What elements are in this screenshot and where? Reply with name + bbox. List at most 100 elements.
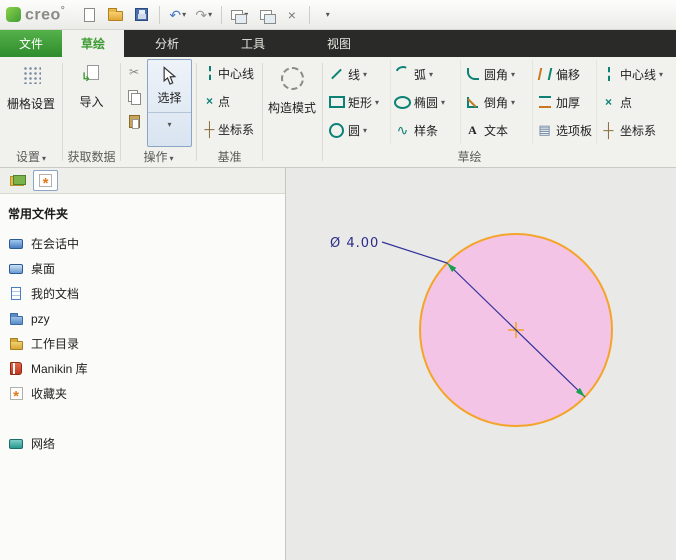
favorites-tab[interactable]: [33, 170, 58, 191]
point-icon: [201, 93, 218, 109]
fillet-button[interactable]: 圆角: [461, 60, 533, 88]
creo-logo-icon: [6, 6, 21, 22]
tab-analysis[interactable]: 分析: [124, 30, 210, 57]
tab-view[interactable]: 视图: [296, 30, 382, 57]
sidebar-item-in-session[interactable]: 在会话中: [0, 231, 285, 256]
datum-point-button[interactable]: 点: [197, 87, 262, 115]
close-icon: [288, 8, 296, 22]
sidebar-item-manikin-library[interactable]: Manikin 库: [0, 356, 285, 381]
datum-centerline-button[interactable]: 中心线: [197, 59, 262, 87]
chevron-down-icon: [511, 98, 515, 107]
offset-button[interactable]: 偏移: [533, 60, 597, 88]
centerline-label: 中心线: [620, 67, 657, 82]
group-datum: 中心线 点 坐标系 基准: [197, 57, 262, 167]
import-button[interactable]: 导入: [63, 59, 120, 110]
thicken-button[interactable]: 加厚: [533, 88, 597, 116]
sidebar-item-favorites[interactable]: 收藏夹: [0, 381, 285, 406]
new-file-icon: [84, 7, 96, 22]
close-window-button[interactable]: [280, 4, 303, 26]
sidebar-item-desktop[interactable]: 桌面: [0, 256, 285, 281]
redo-button[interactable]: [192, 4, 215, 26]
csys-button[interactable]: 坐标系: [597, 116, 675, 144]
undo-button[interactable]: [166, 4, 189, 26]
folder-tree-tab[interactable]: [4, 170, 29, 191]
sidebar-item-label: Manikin 库: [31, 362, 88, 376]
palette-icon: [536, 122, 553, 138]
circle-icon: [328, 122, 345, 138]
windows-button[interactable]: [228, 4, 251, 26]
new-file-button[interactable]: [78, 4, 101, 26]
grid-settings-button[interactable]: 栅格设置: [0, 59, 62, 112]
ellipse-button[interactable]: 椭圆: [391, 88, 461, 116]
in-session-icon: [8, 236, 24, 252]
ribbon: 栅格设置 设置 导入 获取数据 选择: [0, 57, 676, 168]
save-button[interactable]: [130, 4, 153, 26]
rectangle-button[interactable]: 矩形: [325, 88, 391, 116]
sidebar-item-working-directory[interactable]: 工作目录: [0, 331, 285, 356]
cut-button[interactable]: [123, 59, 145, 84]
sidebar-item-label: 在会话中: [31, 237, 80, 251]
window-arrange-icon: [259, 9, 276, 24]
app-logo: creo: [6, 5, 65, 24]
ribbon-tabbar: 文件 草绘 分析 工具 视图: [0, 30, 676, 57]
chamfer-button[interactable]: 倒角: [461, 88, 533, 116]
datum-point-label: 点: [218, 94, 231, 109]
chevron-down-icon: [363, 70, 367, 79]
sidebar-item-network[interactable]: 网络: [0, 431, 285, 456]
thicken-label: 加厚: [556, 95, 581, 110]
sketch-canvas[interactable]: Ø 4.00: [286, 168, 676, 560]
chevron-down-icon: [363, 126, 367, 135]
centerline-button[interactable]: 中心线: [597, 60, 675, 88]
grid-icon: [21, 65, 41, 84]
titlebar: creo: [0, 0, 676, 30]
datum-group-label: 基准: [217, 150, 242, 164]
datum-csys-button[interactable]: 坐标系: [197, 115, 262, 143]
fillet-icon: [464, 66, 481, 82]
circle-button[interactable]: 圆: [325, 116, 391, 144]
open-button[interactable]: [104, 4, 127, 26]
paste-button[interactable]: [123, 109, 145, 134]
scissors-icon: [129, 65, 139, 79]
spline-button[interactable]: 样条: [391, 116, 461, 144]
construction-mode-icon: [280, 67, 304, 90]
point-button[interactable]: 点: [597, 88, 675, 116]
text-button[interactable]: 文本: [461, 116, 533, 144]
folder-tree-icon: [9, 175, 26, 186]
sidebar-item-my-documents[interactable]: 我的文档: [0, 281, 285, 306]
working-directory-icon: [8, 336, 24, 352]
my-documents-icon: [8, 286, 24, 302]
palette-button[interactable]: 选项板: [533, 116, 597, 144]
folder-icon: [8, 311, 24, 327]
customize-toolbar-button[interactable]: [316, 4, 339, 26]
dimension-label[interactable]: Ø 4.00: [330, 236, 379, 251]
palette-label: 选项板: [556, 123, 593, 138]
chevron-down-icon: [170, 154, 174, 163]
construction-mode-label: 构造模式: [267, 101, 316, 115]
coordinate-system-icon: [201, 121, 218, 137]
tab-tools[interactable]: 工具: [210, 30, 296, 57]
arc-label: 弧: [414, 67, 427, 82]
select-dropdown[interactable]: [148, 112, 191, 130]
csys-label: 坐标系: [620, 123, 657, 138]
window-arrange-button[interactable]: [254, 4, 277, 26]
construction-mode-button[interactable]: 构造模式: [264, 59, 320, 147]
line-button[interactable]: 线: [325, 60, 391, 88]
select-button[interactable]: 选择: [147, 59, 192, 147]
chevron-down-icon: [429, 70, 433, 79]
sketch-group-label: 草绘: [457, 150, 482, 164]
point-icon: [600, 94, 617, 110]
tab-sketch[interactable]: 草绘: [62, 30, 124, 57]
settings-group-label[interactable]: 设置: [0, 148, 62, 165]
operations-group-label[interactable]: 操作: [121, 148, 196, 165]
sidebar-item-label: 我的文档: [31, 287, 80, 301]
sidebar-item-pzy[interactable]: pzy: [0, 306, 285, 331]
copy-button[interactable]: [123, 84, 145, 109]
undo-icon: [169, 8, 181, 22]
arc-icon: [394, 66, 411, 82]
arc-button[interactable]: 弧: [391, 60, 461, 88]
chevron-down-icon: [375, 98, 379, 107]
chevron-down-icon: [42, 154, 46, 163]
tab-file[interactable]: 文件: [0, 30, 62, 57]
spline-icon: [394, 122, 411, 138]
grid-settings-label: 栅格设置: [6, 97, 55, 111]
